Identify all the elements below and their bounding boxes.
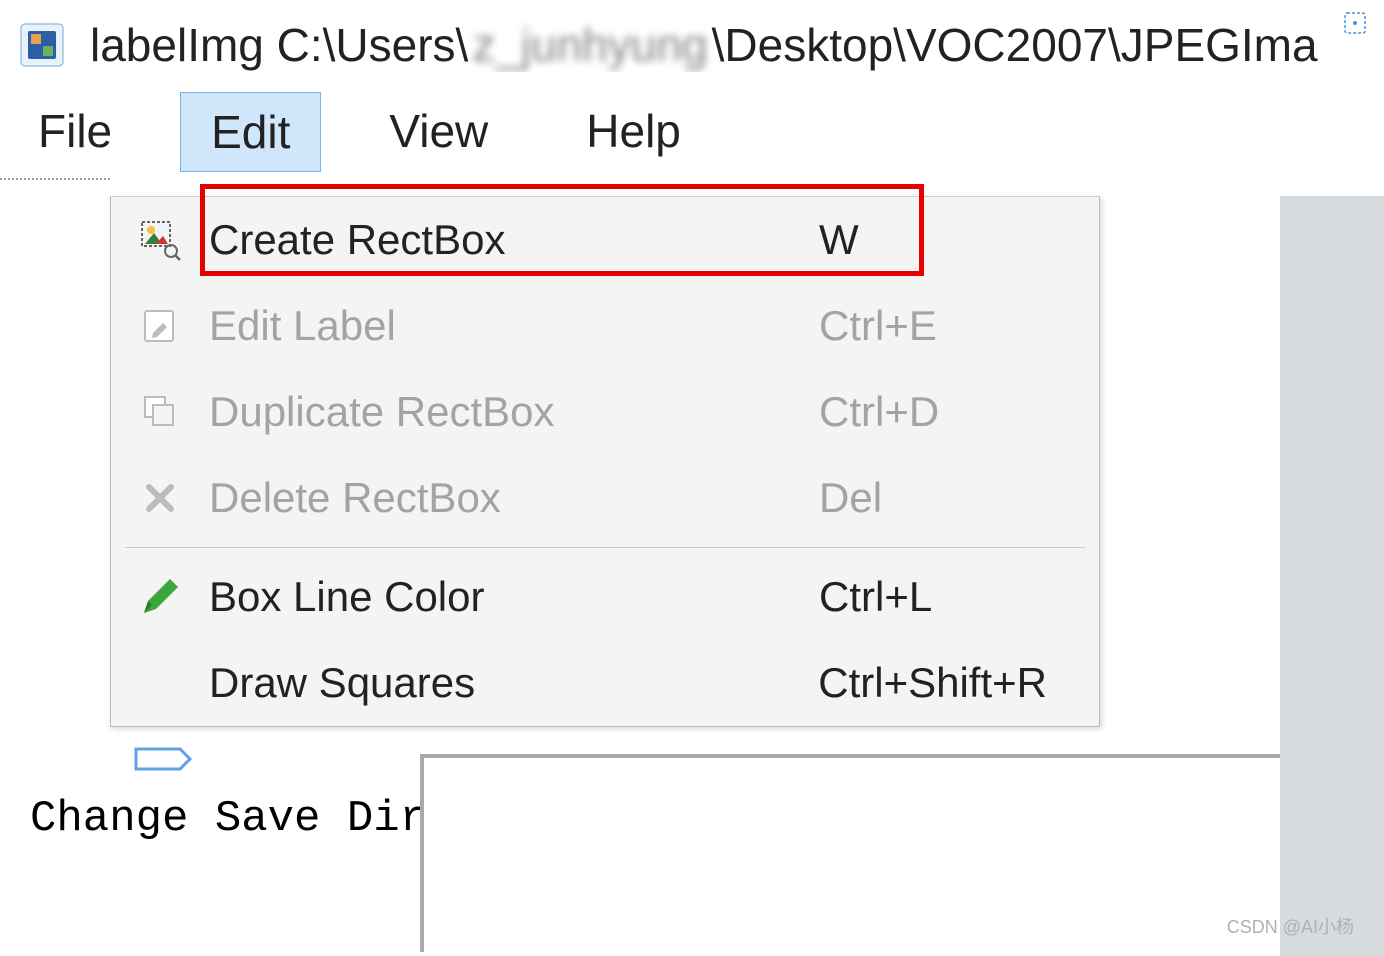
change-save-dir-label: Change Save Dir — [30, 794, 426, 844]
menu-item-label: Draw Squares — [209, 659, 818, 707]
duplicate-icon — [111, 391, 209, 433]
menu-edit-label: Edit Label Ctrl+E — [111, 283, 1099, 369]
menu-item-shortcut: Ctrl+D — [819, 388, 1099, 436]
menu-item-label: Edit Label — [209, 302, 819, 350]
right-panel-strip — [1280, 196, 1384, 956]
menu-item-label: Box Line Color — [209, 573, 819, 621]
edit-dropdown: Create RectBox W Edit Label Ctrl+E Dupli… — [110, 196, 1100, 727]
menu-item-shortcut: Ctrl+E — [819, 302, 1099, 350]
menu-delete-rectbox: Delete RectBox Del — [111, 455, 1099, 541]
menu-file[interactable]: File — [8, 92, 142, 172]
delete-icon — [111, 477, 209, 519]
dropdown-separator — [125, 547, 1085, 548]
path-blurred: z_junhyung — [472, 18, 707, 72]
menubar: File Edit View Help — [0, 82, 1384, 178]
app-icon — [18, 21, 66, 69]
menu-draw-squares[interactable]: Draw Squares Ctrl+Shift+R — [111, 640, 1099, 726]
create-rect-icon — [111, 218, 209, 262]
menu-box-line-color[interactable]: Box Line Color Ctrl+L — [111, 554, 1099, 640]
path-suffix: \Desktop\VOC2007\JPEGIma — [712, 18, 1318, 72]
menu-duplicate-rectbox: Duplicate RectBox Ctrl+D — [111, 369, 1099, 455]
content-panel — [420, 754, 1280, 952]
menu-item-label: Duplicate RectBox — [209, 388, 819, 436]
menu-create-rectbox[interactable]: Create RectBox W — [111, 197, 1099, 283]
edit-icon — [111, 305, 209, 347]
menu-item-shortcut: W — [819, 216, 1099, 264]
toolbar-folder-arrow-icon[interactable] — [120, 736, 200, 796]
app-name: labelImg — [90, 18, 264, 72]
menu-item-label: Create RectBox — [209, 216, 819, 264]
pencil-icon — [111, 575, 209, 619]
watermark: CSDN @AI小杨 — [1227, 913, 1354, 939]
menu-help[interactable]: Help — [556, 92, 711, 172]
menu-item-shortcut: Del — [819, 474, 1099, 522]
window-title: labelImg C:\Users\ z_junhyung \Desktop\V… — [90, 18, 1318, 72]
menu-item-shortcut: Ctrl+Shift+R — [818, 659, 1099, 707]
path-prefix: C:\Users\ — [277, 18, 469, 72]
menu-view[interactable]: View — [359, 92, 518, 172]
expand-icon[interactable] — [1342, 10, 1368, 36]
menu-item-shortcut: Ctrl+L — [819, 573, 1099, 621]
menu-item-label: Delete RectBox — [209, 474, 819, 522]
menu-edit[interactable]: Edit — [180, 92, 321, 172]
toolbar-separator — [0, 178, 110, 180]
titlebar: labelImg C:\Users\ z_junhyung \Desktop\V… — [0, 0, 1384, 82]
